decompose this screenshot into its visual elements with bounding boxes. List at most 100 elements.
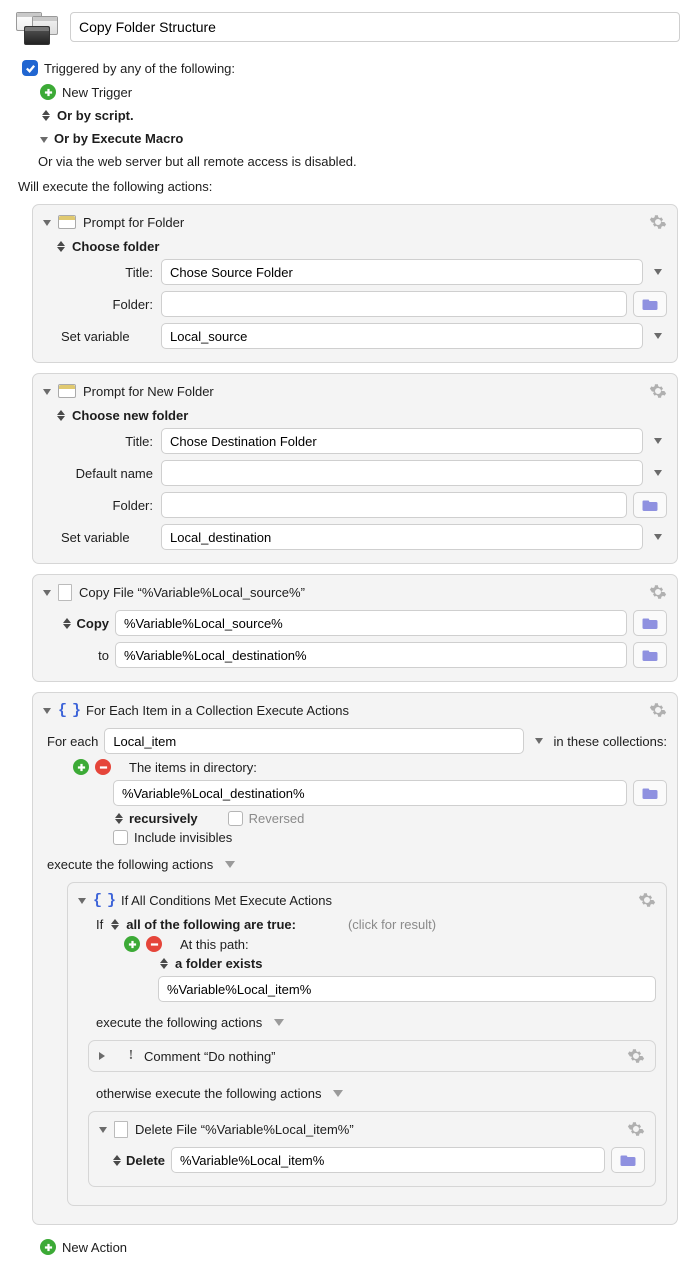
- triangle-down-icon[interactable]: [225, 861, 235, 868]
- folder-picker-button[interactable]: [611, 1147, 645, 1173]
- folder-picker-button[interactable]: [633, 492, 667, 518]
- chevron-down-icon[interactable]: [78, 898, 86, 904]
- or-via-web-label: Or via the web server but all remote acc…: [4, 150, 686, 173]
- copy-dest-input[interactable]: [115, 642, 627, 668]
- add-icon[interactable]: [73, 759, 89, 775]
- action-title: Comment “Do nothing”: [144, 1049, 620, 1064]
- choose-folder-label: Choose folder: [72, 239, 159, 254]
- choose-new-folder-label: Choose new folder: [72, 408, 188, 423]
- macro-name-input[interactable]: [70, 12, 680, 42]
- folder-picker-button[interactable]: [633, 780, 667, 806]
- recursively-label: recursively: [129, 811, 198, 826]
- add-icon[interactable]: [40, 84, 56, 100]
- comment-icon: !: [125, 1048, 137, 1064]
- chevron-down-icon[interactable]: [43, 389, 51, 395]
- reversed-checkbox[interactable]: [228, 811, 243, 826]
- path-input[interactable]: [158, 976, 656, 1002]
- will-execute-label: Will execute the following actions:: [4, 173, 686, 198]
- gear-icon[interactable]: [649, 213, 667, 231]
- include-invisibles-checkbox[interactable]: [113, 830, 128, 845]
- folder-input[interactable]: [161, 492, 627, 518]
- remove-icon[interactable]: [146, 936, 162, 952]
- in-collections-label: in these collections:: [554, 734, 667, 749]
- include-invisibles-label: Include invisibles: [134, 830, 232, 845]
- add-icon[interactable]: [124, 936, 140, 952]
- dropdown-toggle[interactable]: [649, 460, 667, 486]
- window-icon: [58, 384, 76, 398]
- updown-icon[interactable]: [111, 1155, 122, 1166]
- to-label: to: [55, 648, 109, 663]
- chevron-down-icon[interactable]: [40, 137, 48, 143]
- default-name-input[interactable]: [161, 460, 643, 486]
- triggers-enabled-checkbox[interactable]: [22, 60, 38, 76]
- gear-icon[interactable]: [649, 382, 667, 400]
- title-input[interactable]: [161, 259, 643, 285]
- delete-label: Delete: [126, 1153, 165, 1168]
- triangle-down-icon[interactable]: [274, 1019, 284, 1026]
- copy-source-input[interactable]: [115, 610, 627, 636]
- reversed-label: Reversed: [249, 811, 305, 826]
- dropdown-toggle[interactable]: [649, 524, 667, 550]
- new-trigger-button[interactable]: New Trigger: [62, 85, 132, 100]
- updown-icon[interactable]: [62, 618, 73, 629]
- folder-input[interactable]: [161, 291, 627, 317]
- or-by-script[interactable]: Or by script.: [57, 108, 134, 123]
- triggered-by-label: Triggered by any of the following:: [44, 61, 235, 76]
- folder-picker-button[interactable]: [633, 642, 667, 668]
- updown-icon[interactable]: [55, 241, 66, 252]
- folder-label: Folder:: [55, 297, 155, 312]
- action-title: Prompt for New Folder: [83, 384, 642, 399]
- copy-label: Copy: [77, 616, 110, 631]
- dropdown-toggle[interactable]: [649, 428, 667, 454]
- braces-icon: { }: [93, 892, 114, 909]
- add-icon[interactable]: [40, 1239, 56, 1255]
- chevron-right-icon[interactable]: [99, 1052, 105, 1060]
- execute-actions-label: execute the following actions: [47, 857, 213, 872]
- folder-exists-label: a folder exists: [175, 956, 262, 971]
- gear-icon[interactable]: [627, 1120, 645, 1138]
- action-title: Copy File “%Variable%Local_source%”: [79, 585, 642, 600]
- for-each-label: For each: [47, 734, 98, 749]
- set-variable-label: Set variable: [55, 329, 155, 344]
- gear-icon[interactable]: [649, 701, 667, 719]
- updown-icon[interactable]: [55, 410, 66, 421]
- gear-icon[interactable]: [627, 1047, 645, 1065]
- dropdown-toggle[interactable]: [649, 323, 667, 349]
- at-this-path-label: At this path:: [180, 937, 249, 952]
- updown-icon[interactable]: [113, 813, 124, 824]
- for-each-var-input[interactable]: [104, 728, 523, 754]
- if-label: If: [96, 917, 103, 932]
- folder-picker-button[interactable]: [633, 291, 667, 317]
- dropdown-toggle[interactable]: [649, 259, 667, 285]
- triangle-down-icon[interactable]: [333, 1090, 343, 1097]
- dropdown-toggle[interactable]: [530, 728, 548, 754]
- default-name-label: Default name: [55, 466, 155, 481]
- directory-input[interactable]: [113, 780, 627, 806]
- chevron-down-icon[interactable]: [99, 1127, 107, 1133]
- action-title: Prompt for Folder: [83, 215, 642, 230]
- updown-icon[interactable]: [40, 110, 51, 121]
- chevron-down-icon[interactable]: [43, 708, 51, 714]
- all-true-label: all of the following are true:: [126, 917, 296, 932]
- gear-icon[interactable]: [649, 583, 667, 601]
- execute-actions-label: execute the following actions: [96, 1015, 262, 1030]
- action-for-each: { } For Each Item in a Collection Execut…: [32, 692, 678, 1225]
- click-for-result[interactable]: (click for result): [348, 917, 436, 932]
- title-input[interactable]: [161, 428, 643, 454]
- folder-picker-button[interactable]: [633, 610, 667, 636]
- chevron-down-icon[interactable]: [43, 220, 51, 226]
- delete-path-input[interactable]: [171, 1147, 605, 1173]
- new-action-button[interactable]: New Action: [62, 1240, 127, 1255]
- braces-icon: { }: [58, 702, 79, 719]
- gear-icon[interactable]: [638, 891, 656, 909]
- updown-icon[interactable]: [109, 919, 120, 930]
- remove-icon[interactable]: [95, 759, 111, 775]
- action-prompt-for-folder: Prompt for Folder Choose folder Title: F…: [32, 204, 678, 363]
- set-variable-label: Set variable: [55, 530, 155, 545]
- variable-input[interactable]: [161, 323, 643, 349]
- chevron-down-icon[interactable]: [43, 590, 51, 596]
- updown-icon[interactable]: [158, 958, 169, 969]
- variable-input[interactable]: [161, 524, 643, 550]
- title-label: Title:: [55, 434, 155, 449]
- or-by-execute-macro[interactable]: Or by Execute Macro: [54, 131, 183, 146]
